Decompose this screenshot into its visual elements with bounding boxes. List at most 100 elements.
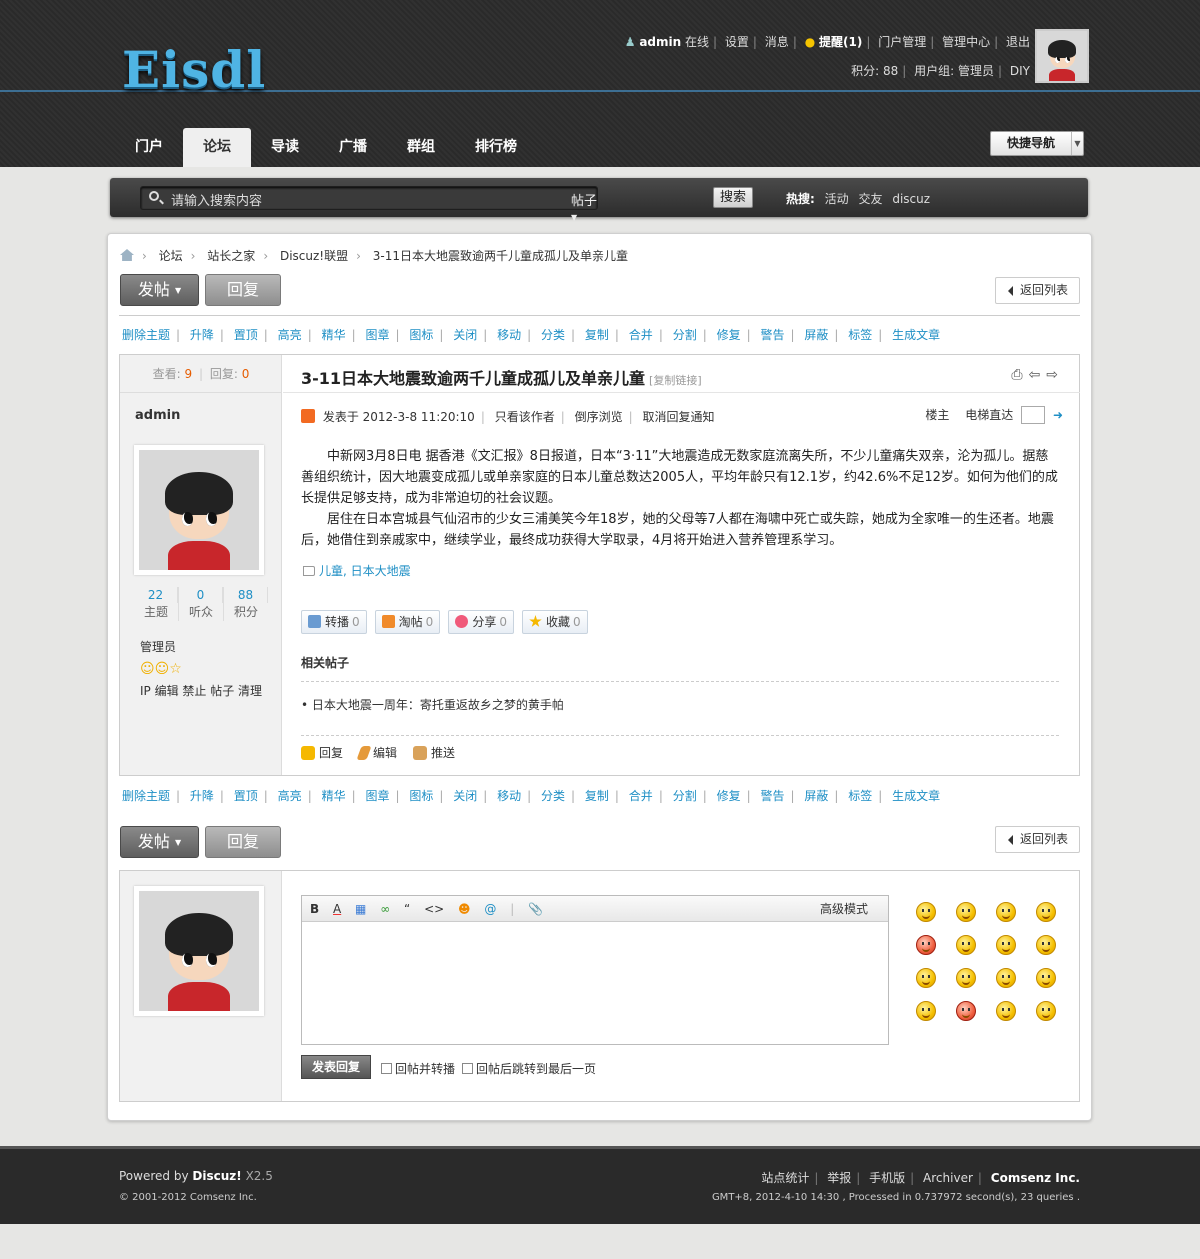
mod-action[interactable]: 高亮 — [278, 328, 302, 342]
tab-forum[interactable]: 论坛 — [183, 128, 251, 167]
messages-link[interactable]: 消息 — [765, 35, 789, 49]
mod-action[interactable]: 高亮 — [278, 789, 302, 803]
mod-action[interactable]: 图章 — [365, 328, 389, 342]
advanced-mode-link[interactable]: 高级模式 — [820, 896, 868, 922]
bold-icon[interactable]: B — [310, 902, 319, 916]
footer-link[interactable]: 手机版 — [869, 1171, 905, 1185]
mod-action[interactable]: 生成文章 — [892, 328, 940, 342]
search-button[interactable]: 搜索 — [713, 187, 753, 208]
emoticon-icon[interactable] — [1036, 902, 1056, 922]
copy-link[interactable]: [复制链接] — [649, 374, 702, 387]
attachment-icon[interactable]: 📎 — [528, 902, 543, 916]
emoticon-icon[interactable] — [996, 1001, 1016, 1021]
mod-action[interactable]: 复制 — [585, 328, 609, 342]
emoticon-icon[interactable] — [996, 902, 1016, 922]
mod-action[interactable]: 升降 — [190, 789, 214, 803]
jump-last-checkbox[interactable]: 回帖后跳转到最后一页 — [462, 1060, 596, 1077]
mod-action[interactable]: 标签 — [848, 789, 872, 803]
quote-icon[interactable]: “ — [404, 902, 410, 916]
emoticon-icon[interactable] — [956, 1001, 976, 1021]
collect-thread-button[interactable]: 淘帖 0 — [374, 610, 441, 634]
mod-action[interactable]: 屏蔽 — [804, 789, 828, 803]
cancel-notify-link[interactable]: 取消回复通知 — [642, 410, 714, 424]
mod-action[interactable]: 置顶 — [234, 328, 258, 342]
mod-action[interactable]: 复制 — [585, 789, 609, 803]
mod-action[interactable]: 分割 — [673, 328, 697, 342]
home-icon[interactable] — [120, 249, 134, 261]
edit-link[interactable]: 编辑 — [356, 744, 397, 761]
reply-textarea[interactable] — [302, 922, 888, 1044]
mod-action[interactable]: 合并 — [629, 328, 653, 342]
author-admin-links[interactable]: IP 编辑 禁止 帖子 清理 — [140, 682, 262, 699]
stat-points[interactable]: 88 积分 — [224, 587, 268, 621]
search-input[interactable]: 请输入搜索内容 帖子 ▼ — [140, 186, 598, 222]
emoticon-icon[interactable] — [1036, 968, 1056, 988]
mod-action[interactable]: 分割 — [673, 789, 697, 803]
mod-action[interactable]: 精华 — [322, 789, 346, 803]
emoticon-icon[interactable] — [996, 968, 1016, 988]
tab-portal[interactable]: 门户 — [115, 128, 183, 167]
discuz-link[interactable]: Discuz! — [192, 1169, 241, 1183]
breadcrumb-item[interactable]: 站长之家 — [207, 249, 255, 263]
mod-action[interactable]: 修复 — [717, 789, 741, 803]
mod-action[interactable]: 图标 — [409, 789, 433, 803]
mod-action[interactable]: 标签 — [848, 328, 872, 342]
hot-term[interactable]: discuz — [892, 192, 930, 206]
mod-action[interactable]: 分类 — [541, 328, 565, 342]
share-button[interactable]: 分享 0 — [448, 610, 514, 634]
settings-link[interactable]: 设置 — [725, 35, 749, 49]
related-item[interactable]: • 日本大地震一周年：寄托重返故乡之梦的黄手帕 — [301, 696, 564, 713]
floor-input[interactable] — [1021, 406, 1046, 424]
mod-action[interactable]: 精华 — [322, 328, 346, 342]
hot-term[interactable]: 活动 — [825, 192, 849, 206]
emoticon-icon[interactable] — [996, 935, 1016, 955]
site-logo[interactable]: Eisdl — [122, 40, 266, 99]
logout-link[interactable]: 退出 — [1006, 35, 1030, 49]
breadcrumb-item[interactable]: Discuz!联盟 — [280, 249, 348, 263]
online-status[interactable]: 在线 — [685, 35, 709, 49]
my-avatar[interactable] — [134, 886, 264, 1016]
search-type-select[interactable]: 帖子 ▼ — [571, 190, 597, 224]
mod-action[interactable]: 置顶 — [234, 789, 258, 803]
stat-threads[interactable]: 22 主题 — [134, 587, 179, 621]
mod-action[interactable]: 分类 — [541, 789, 565, 803]
mod-action[interactable]: 图章 — [365, 789, 389, 803]
mod-action[interactable]: 关闭 — [453, 789, 477, 803]
mod-action[interactable]: 屏蔽 — [804, 328, 828, 342]
stat-followers[interactable]: 0 听众 — [179, 587, 224, 621]
breadcrumb-item[interactable]: 论坛 — [159, 249, 183, 263]
hot-term[interactable]: 交友 — [858, 192, 882, 206]
reply-link[interactable]: 回复 — [301, 744, 343, 761]
portal-admin-link[interactable]: 门户管理 — [878, 35, 926, 49]
emoticon-icon[interactable] — [956, 902, 976, 922]
emoticon-icon[interactable] — [956, 968, 976, 988]
points-link[interactable]: 积分: 88 — [851, 64, 898, 78]
emoticon-icon[interactable] — [956, 935, 976, 955]
mod-action[interactable]: 生成文章 — [892, 789, 940, 803]
admin-center-link[interactable]: 管理中心 — [942, 35, 990, 49]
mod-action[interactable]: 修复 — [717, 328, 741, 342]
mod-action[interactable]: 警告 — [760, 789, 784, 803]
mod-action[interactable]: 删除主题 — [122, 328, 170, 342]
image-icon[interactable]: ▦ — [355, 902, 366, 916]
company-link[interactable]: Comsenz Inc. — [991, 1171, 1080, 1185]
relay-button[interactable]: 转播 0 — [301, 610, 367, 634]
submit-reply-button[interactable]: 发表回复 — [301, 1055, 371, 1079]
push-link[interactable]: 推送 — [413, 744, 455, 761]
mod-action[interactable]: 移动 — [497, 328, 521, 342]
diy-link[interactable]: DIY — [1010, 64, 1030, 78]
link-icon[interactable]: ∞ — [380, 902, 390, 916]
reminder-link[interactable]: 提醒(1) — [819, 35, 862, 49]
reverse-order-link[interactable]: 倒序浏览 — [575, 410, 623, 424]
tab-groups[interactable]: 群组 — [387, 128, 455, 167]
mod-action[interactable]: 图标 — [409, 328, 433, 342]
print-icon[interactable]: ⎙ — [1011, 367, 1028, 383]
author-role[interactable]: 管理员 — [140, 638, 176, 655]
footer-link[interactable]: 举报 — [827, 1171, 851, 1185]
mod-action[interactable]: 移动 — [497, 789, 521, 803]
only-author-link[interactable]: 只看该作者 — [495, 410, 555, 424]
usergroup-link[interactable]: 用户组: 管理员 — [914, 64, 994, 78]
code-icon[interactable]: <> — [424, 902, 444, 916]
breadcrumb-item[interactable]: 3-11日本大地震致逾两千儿童成孤儿及单亲儿童 — [373, 249, 628, 263]
next-thread-icon[interactable]: ⇨ — [1046, 367, 1064, 383]
